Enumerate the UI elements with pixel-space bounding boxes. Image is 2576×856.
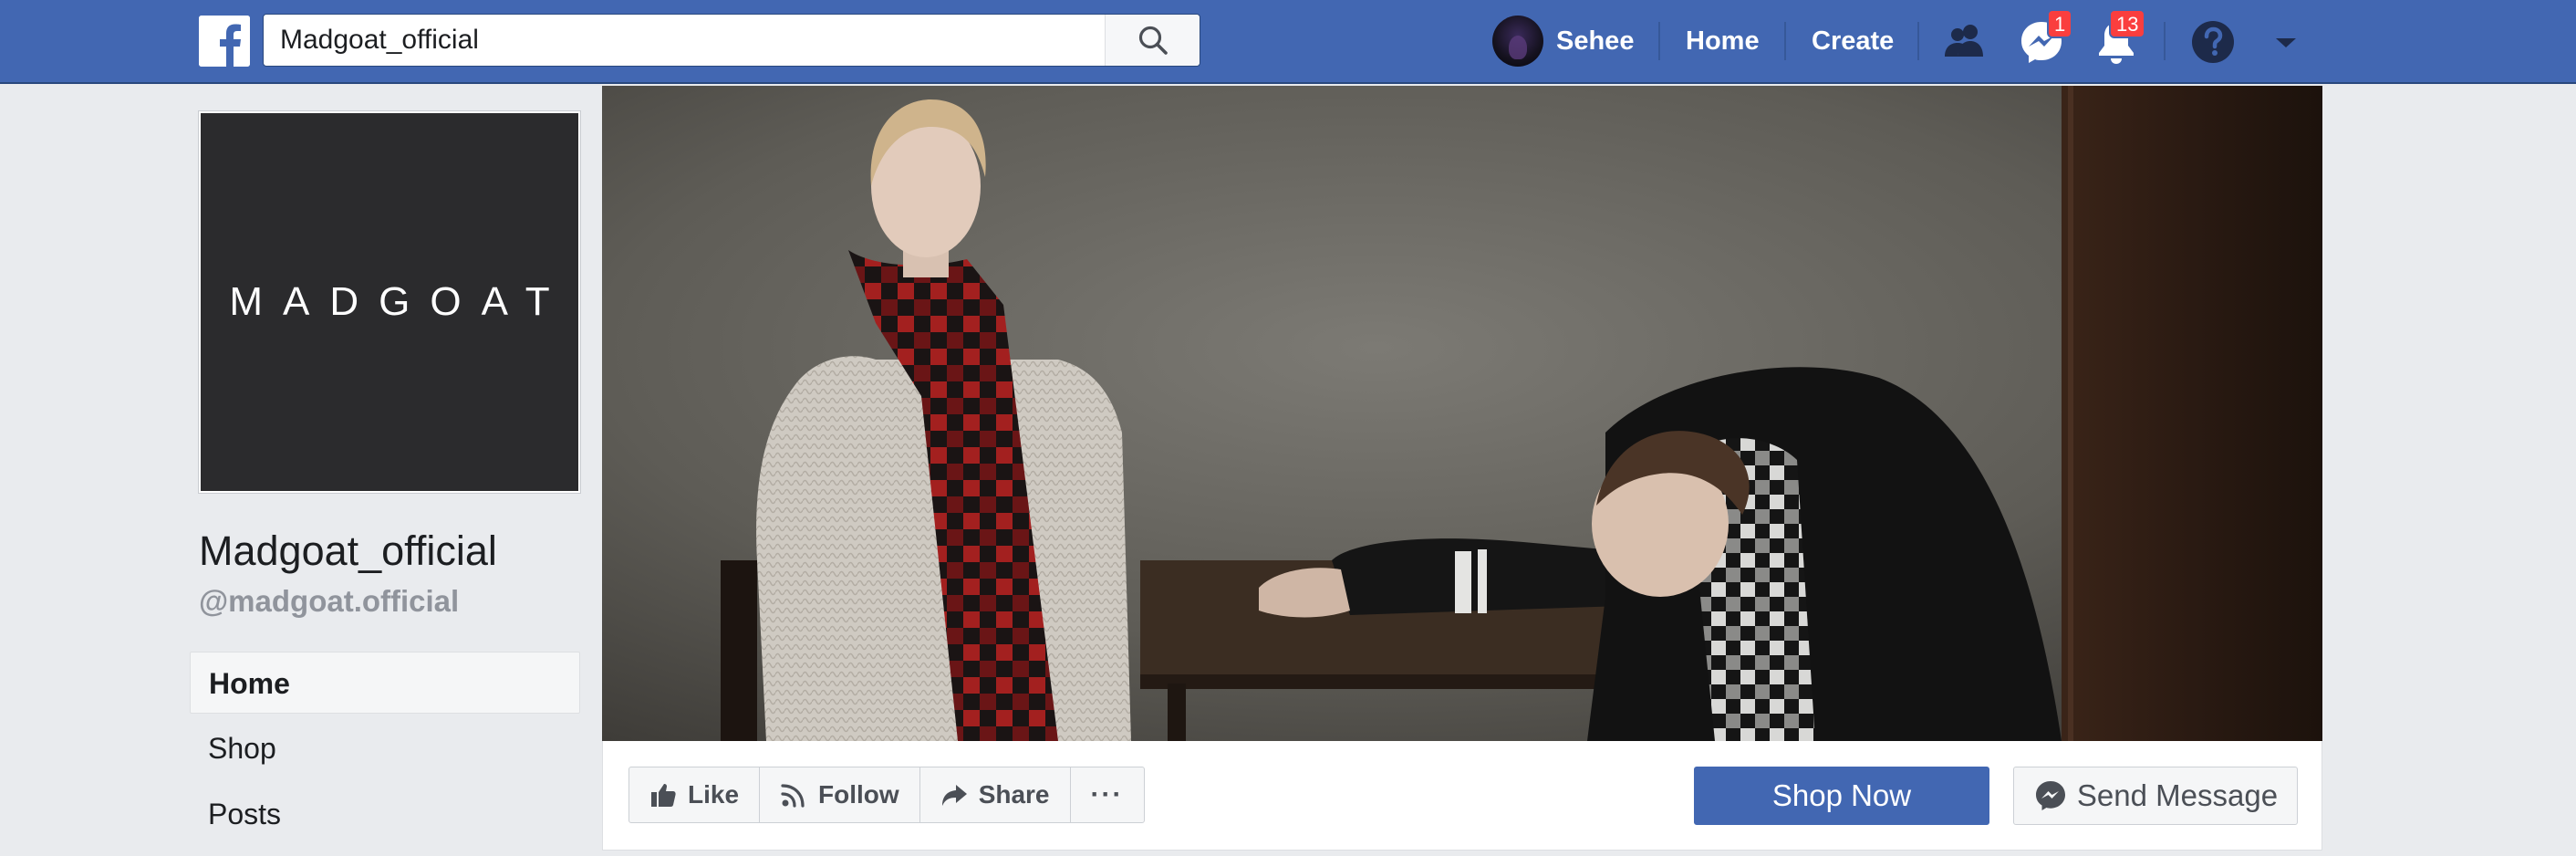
sidebar-item-home[interactable]: Home <box>190 652 580 714</box>
user-avatar[interactable] <box>1492 16 1543 67</box>
messenger-icon <box>2035 781 2065 810</box>
search-box <box>263 14 1200 67</box>
friends-icon[interactable] <box>1939 16 1990 68</box>
follow-label: Follow <box>818 780 899 809</box>
notifications-badge: 13 <box>2109 9 2146 38</box>
search-input[interactable] <box>264 15 1103 66</box>
search-icon <box>1138 26 1168 55</box>
share-label: Share <box>978 780 1050 809</box>
top-navigation-bar: Sehee Home Create 1 13 <box>0 0 2576 84</box>
shop-now-button[interactable]: Shop Now <box>1694 767 1989 825</box>
brand-logo-text: MADGOAT <box>229 279 570 324</box>
help-icon[interactable] <box>2187 16 2238 68</box>
sidebar-item-posts[interactable]: Posts <box>190 783 580 845</box>
share-button[interactable]: Share <box>920 767 1071 822</box>
send-message-label: Send Message <box>2076 778 2279 812</box>
page-actions-group: Like Follow Share ··· <box>628 767 1145 823</box>
nav-divider <box>1917 22 1919 60</box>
search-button[interactable] <box>1105 15 1200 66</box>
home-link[interactable]: Home <box>1686 25 1760 57</box>
rss-follow-icon <box>781 784 805 808</box>
nav-divider <box>2164 22 2166 60</box>
page-handle[interactable]: @madgoat.official <box>199 584 459 619</box>
like-label: Like <box>688 780 740 809</box>
like-button[interactable]: Like <box>629 767 761 822</box>
more-options-button[interactable]: ··· <box>1071 767 1144 822</box>
more-options-icon: ··· <box>1090 779 1124 809</box>
create-link[interactable]: Create <box>1812 25 1894 57</box>
follow-button[interactable]: Follow <box>760 767 920 822</box>
facebook-logo-icon[interactable] <box>199 16 250 67</box>
page-action-bar: Like Follow Share ··· Shop Now Send Mess… <box>602 741 2322 851</box>
messages-badge: 1 <box>2047 9 2073 38</box>
sidebar-item-shop[interactable]: Shop <box>190 717 580 779</box>
share-arrow-icon <box>941 785 967 806</box>
thumbs-up-icon <box>651 784 676 807</box>
profile-link[interactable]: Sehee <box>1556 25 1634 57</box>
profile-picture[interactable]: MADGOAT <box>198 110 581 494</box>
page-title[interactable]: Madgoat_official <box>199 527 497 575</box>
caret-down-icon[interactable] <box>2260 16 2311 68</box>
nav-divider <box>1784 22 1786 60</box>
nav-divider <box>1658 22 1660 60</box>
send-message-button[interactable]: Send Message <box>2013 767 2298 825</box>
cover-photo[interactable] <box>602 86 2322 741</box>
sidebar-nav: Home Shop Posts <box>190 652 580 849</box>
